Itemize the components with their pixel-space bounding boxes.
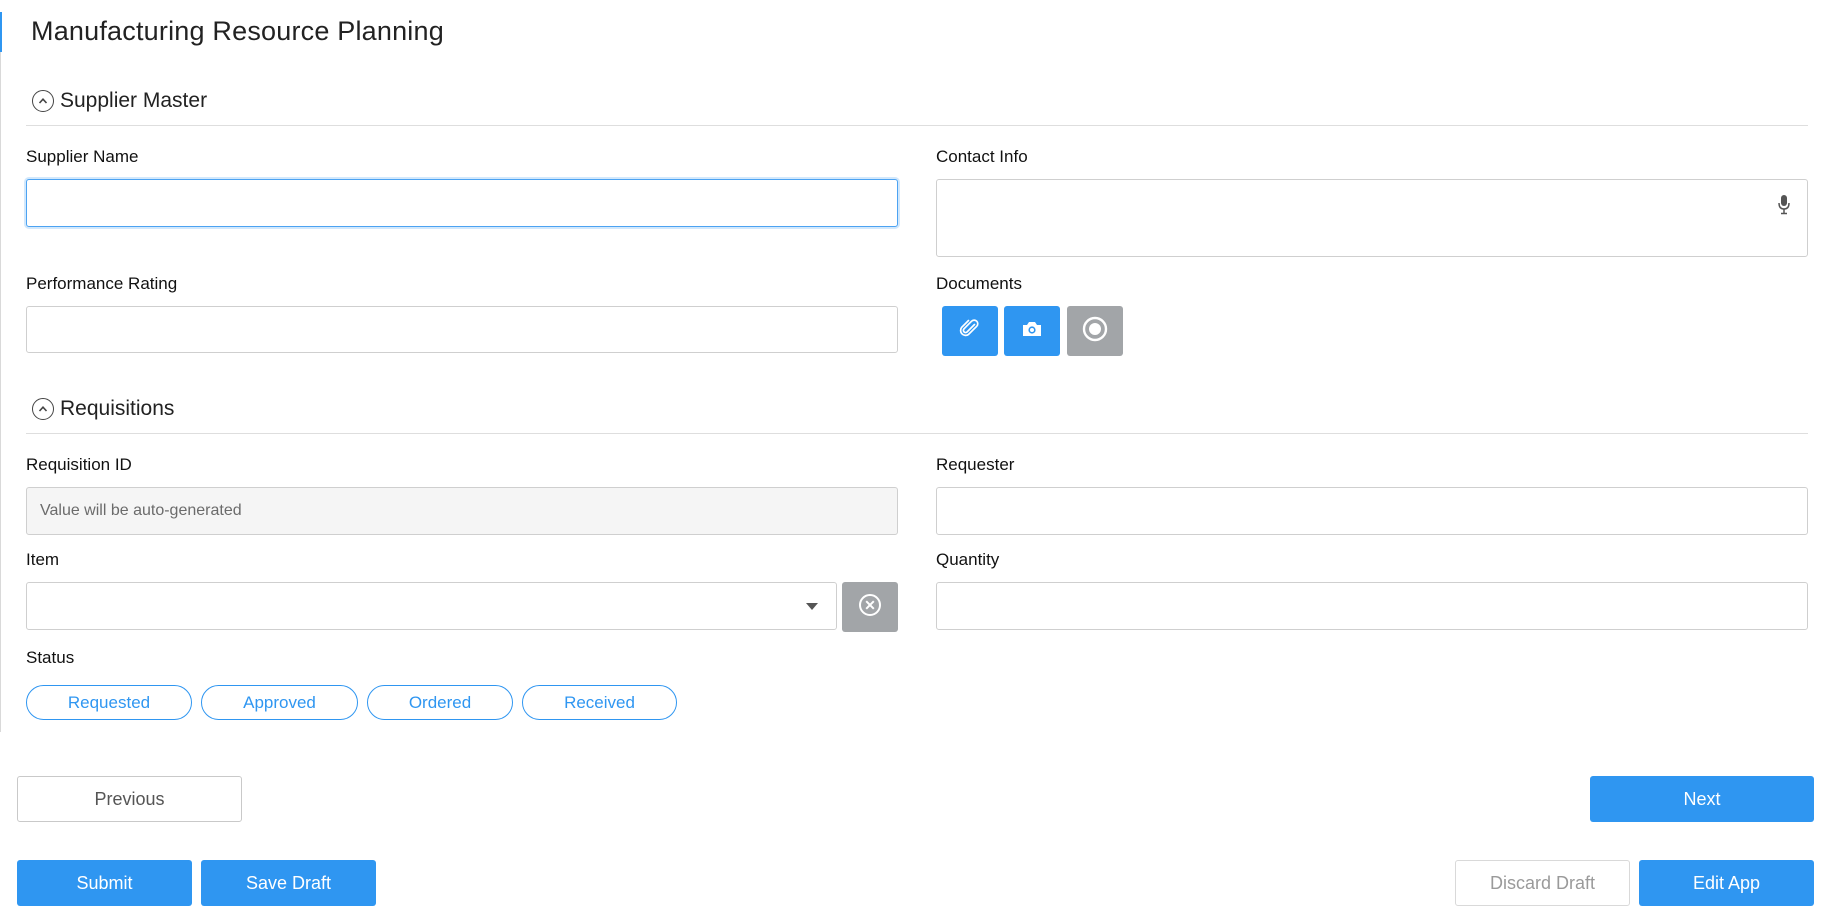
- clear-item-button[interactable]: [842, 582, 898, 632]
- status-option-ordered[interactable]: Ordered: [367, 685, 513, 720]
- section-title: Requisitions: [60, 396, 175, 420]
- clear-circle-icon: [858, 593, 882, 622]
- performance-rating-input[interactable]: [26, 306, 898, 353]
- microphone-icon[interactable]: [1777, 194, 1791, 216]
- status-option-approved[interactable]: Approved: [201, 685, 358, 720]
- requester-label: Requester: [936, 455, 1015, 474]
- status-option-received[interactable]: Received: [522, 685, 677, 720]
- page-title: Manufacturing Resource Planning: [31, 16, 444, 46]
- left-divider: [0, 52, 1, 732]
- submit-button[interactable]: Submit: [17, 860, 192, 906]
- chevron-up-icon: [32, 89, 54, 112]
- chevron-up-icon: [32, 397, 54, 420]
- contact-info-label: Contact Info: [936, 147, 1028, 166]
- attach-file-button[interactable]: [942, 306, 998, 356]
- requisition-id-placeholder: Value will be auto-generated: [40, 502, 242, 519]
- record-button[interactable]: [1067, 306, 1123, 356]
- record-icon: [1082, 316, 1108, 347]
- paperclip-icon: [958, 317, 982, 346]
- supplier-name-label: Supplier Name: [26, 147, 139, 166]
- caret-down-icon: [806, 603, 818, 610]
- item-select[interactable]: [26, 582, 837, 630]
- previous-button[interactable]: Previous: [17, 776, 242, 822]
- edit-app-button[interactable]: Edit App: [1639, 860, 1814, 906]
- left-accent-bar: [0, 12, 2, 52]
- quantity-input[interactable]: [936, 582, 1808, 630]
- item-label: Item: [26, 550, 60, 569]
- section-header-requisitions[interactable]: Requisitions: [26, 384, 1808, 434]
- performance-rating-label: Performance Rating: [26, 274, 178, 293]
- section-title: Supplier Master: [60, 88, 208, 112]
- status-option-requested[interactable]: Requested: [26, 685, 192, 720]
- next-button[interactable]: Next: [1590, 776, 1814, 822]
- requisition-id-label: Requisition ID: [26, 455, 132, 474]
- discard-draft-button[interactable]: Discard Draft: [1455, 860, 1630, 906]
- requester-input[interactable]: [936, 487, 1808, 535]
- supplier-name-input[interactable]: [26, 179, 898, 227]
- status-label: Status: [26, 648, 75, 667]
- section-header-supplier-master[interactable]: Supplier Master: [26, 76, 1808, 126]
- requisition-id-field: Value will be auto-generated: [26, 487, 898, 535]
- contact-info-textarea[interactable]: [936, 179, 1808, 257]
- camera-icon: [1021, 320, 1043, 343]
- camera-button[interactable]: [1004, 306, 1060, 356]
- documents-label: Documents: [936, 274, 1022, 293]
- form-page: Manufacturing Resource Planning Supplier…: [0, 0, 1838, 920]
- quantity-label: Quantity: [936, 550, 1000, 569]
- save-draft-button[interactable]: Save Draft: [201, 860, 376, 906]
